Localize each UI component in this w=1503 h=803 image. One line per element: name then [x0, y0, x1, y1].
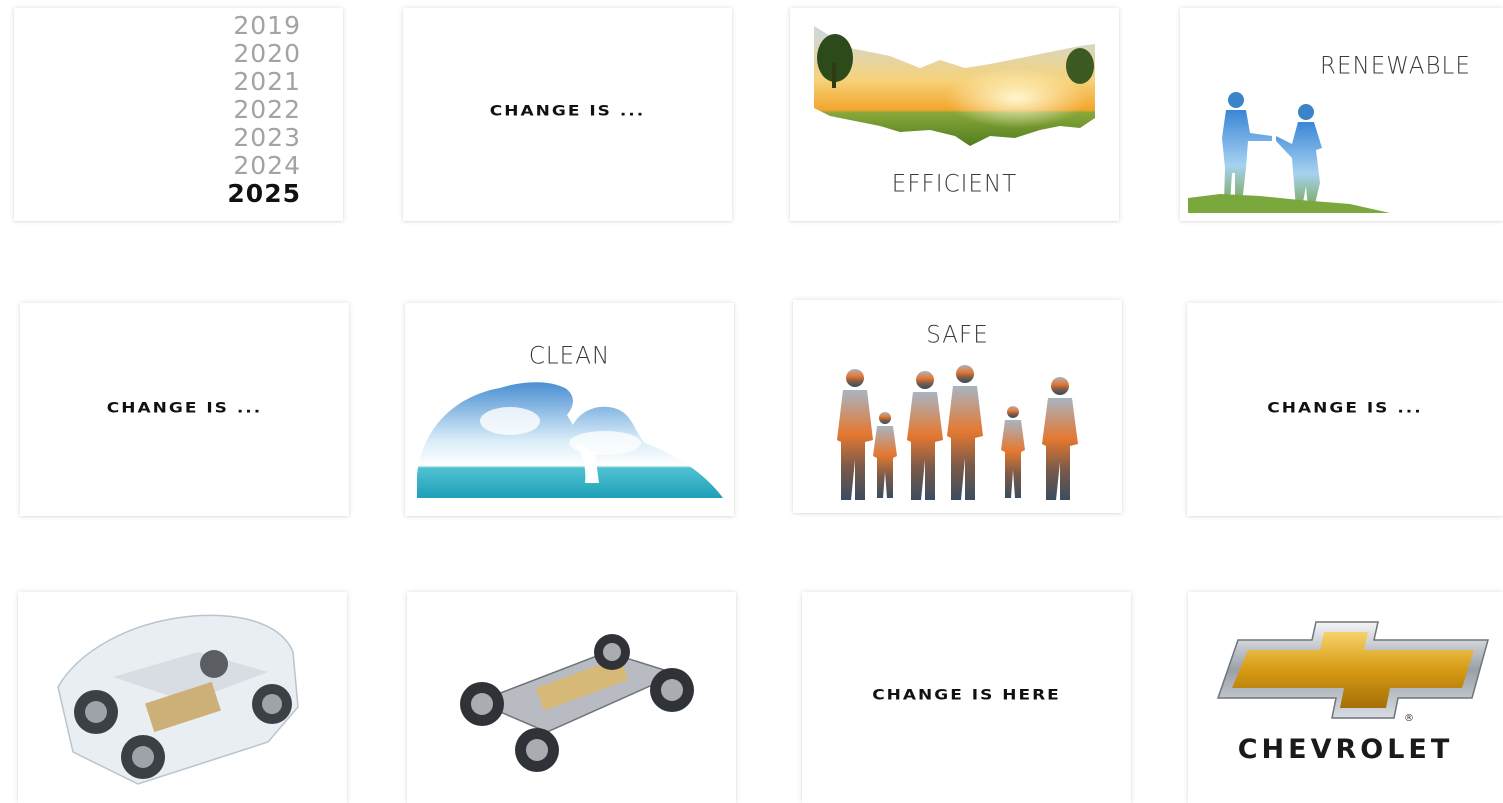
slide-word: RENEWABLE	[1320, 52, 1471, 80]
clouds-silhouette-image	[417, 382, 723, 498]
car-xray-image	[57, 614, 299, 785]
year-item: 2019	[233, 11, 301, 40]
tagline-text: CHANGE IS ...	[106, 399, 263, 417]
slide-years[interactable]: 2019 2020 2021 2022 2023 2024 2025	[14, 8, 343, 221]
car-chassis-image	[460, 634, 694, 772]
slide-change-is-here[interactable]: CHANGE IS HERE	[802, 592, 1131, 803]
tagline-text: CHANGE IS ...	[1267, 399, 1423, 417]
tagline-text: CHANGE IS ...	[489, 102, 646, 120]
slide-safe[interactable]: SAFE	[793, 300, 1122, 513]
year-list: 2019 2020 2021 2022 2023 2024 2025	[227, 12, 301, 208]
slide-word: EFFICIENT	[891, 170, 1018, 198]
brand-name: CHEVROLET	[1237, 734, 1454, 765]
slide-clean[interactable]: CLEAN	[405, 303, 734, 516]
slide-car-xray[interactable]	[18, 592, 347, 803]
slide-word: SAFE	[926, 321, 989, 349]
slide-chevrolet[interactable]: CHEVROLET ®	[1188, 592, 1503, 803]
slide-efficient[interactable]: EFFICIENT	[790, 8, 1119, 221]
couple-silhouette-image	[1188, 92, 1390, 213]
slide-car-chassis[interactable]	[407, 592, 736, 803]
year-item: 2021	[233, 67, 301, 96]
slide-renewable[interactable]: RENEWABLE	[1180, 8, 1503, 221]
slide-change-is-2[interactable]: CHANGE IS ...	[20, 303, 349, 516]
year-item: 2020	[233, 39, 301, 68]
slide-change-is-3[interactable]: CHANGE IS ...	[1187, 303, 1503, 516]
registered-mark: ®	[1404, 713, 1414, 724]
year-item: 2023	[233, 123, 301, 152]
slide-change-is-1[interactable]: CHANGE IS ...	[403, 8, 732, 221]
year-item: 2024	[233, 151, 301, 180]
chevrolet-bowtie-logo	[1216, 621, 1489, 719]
tagline-text: CHANGE IS HERE	[872, 686, 1061, 704]
year-item: 2022	[233, 95, 301, 124]
year-current: 2025	[227, 179, 301, 208]
slide-word: CLEAN	[528, 342, 611, 370]
